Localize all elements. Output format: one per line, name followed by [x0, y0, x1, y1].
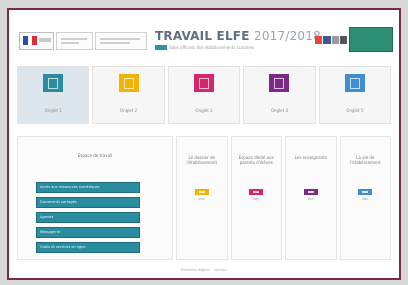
tab-5[interactable]: Onglet 5: [318, 66, 392, 124]
organization-logo[interactable]: [56, 32, 93, 50]
workspace-button[interactable]: Outils et services en ligne: [36, 242, 140, 253]
tab-4-icon: [269, 74, 290, 92]
workspace-button[interactable]: Documents partagés: [36, 197, 140, 208]
workspace-button-list: Accès aux ressources numériques Document…: [36, 182, 140, 257]
column-panel-2: Espace dédié aux parents d'élèves Voir: [230, 136, 282, 260]
column-chip-label: Voir: [198, 197, 206, 201]
tab-2-label: Onglet 2: [120, 108, 138, 113]
tab-3-icon: [194, 74, 215, 92]
column-chip-label: Voir: [361, 197, 369, 201]
workspace-button[interactable]: Accès aux ressources numériques: [36, 182, 140, 193]
workspace-panel: Espace de travail Accès aux ressources n…: [17, 136, 173, 260]
tab-3[interactable]: Onglet 3: [167, 66, 241, 124]
title-main: TRAVAIL ELFE: [155, 29, 250, 43]
column-panel-1: Le dossier de l'établissement Voir: [176, 136, 228, 260]
logo-caption: [39, 38, 51, 42]
share-icon[interactable]: [315, 36, 323, 44]
tab-3-label: Onglet 3: [195, 108, 213, 113]
workspace-button[interactable]: Messagerie: [36, 227, 140, 238]
subtitle-marker: [155, 45, 167, 50]
column-chip-label: Voir: [252, 197, 260, 201]
column-chip-button[interactable]: [303, 189, 318, 195]
page-frame: TRAVAIL ELFE 2017/2018 Sites officiels d…: [7, 8, 401, 280]
tab-2-icon: [118, 74, 139, 92]
column-chip-button[interactable]: [249, 189, 264, 195]
tab-1[interactable]: Onglet 1: [17, 66, 90, 124]
tab-2[interactable]: Onglet 2: [92, 66, 165, 124]
page-footer[interactable]: Mentions légales · Contact: [9, 268, 399, 272]
tab-5-label: Onglet 5: [346, 108, 364, 113]
academy-logo[interactable]: [95, 32, 147, 50]
tab-1-icon: [43, 74, 64, 92]
facebook-icon[interactable]: [323, 36, 331, 44]
column-chip-label: Voir: [307, 197, 315, 201]
tab-4-label: Onglet 4: [270, 108, 289, 113]
tab-1-label: Onglet 1: [44, 108, 62, 113]
column-title: Le dossier de l'établissement: [186, 155, 218, 165]
column-panel-3: Les enseignants Voir: [285, 136, 337, 260]
mail-icon[interactable]: [339, 36, 347, 44]
column-chip-button[interactable]: [358, 189, 373, 195]
tab-5-icon: [344, 74, 365, 92]
tab-bar: Onglet 1 Onglet 2 Onglet 3 Onglet 4 Ongl…: [17, 66, 392, 124]
main-content: Espace de travail Accès aux ressources n…: [17, 136, 391, 260]
print-icon[interactable]: [331, 36, 339, 44]
column-chip-button[interactable]: [194, 189, 209, 195]
page-title: TRAVAIL ELFE 2017/2018: [155, 29, 321, 43]
republic-logo[interactable]: [19, 32, 54, 50]
share-toolbar: [315, 36, 347, 44]
title-year: 2017/2018: [253, 29, 321, 43]
column-title: La vie de l'établissement: [349, 155, 381, 165]
page-subtitle: Sites officiels des établissements scola…: [169, 45, 255, 50]
workspace-title: Espace de travail: [77, 153, 113, 158]
column-title: Les enseignants: [294, 155, 327, 160]
column-title: Espace dédié aux parents d'élèves: [238, 155, 274, 165]
column-panel-4: La vie de l'établissement Voir: [339, 136, 391, 260]
tab-4[interactable]: Onglet 4: [243, 66, 316, 124]
workspace-button[interactable]: Agenda: [36, 212, 140, 223]
site-header: TRAVAIL ELFE 2017/2018 Sites officiels d…: [9, 10, 399, 54]
flag-icon: [23, 36, 38, 45]
promo-banner[interactable]: [349, 27, 393, 52]
